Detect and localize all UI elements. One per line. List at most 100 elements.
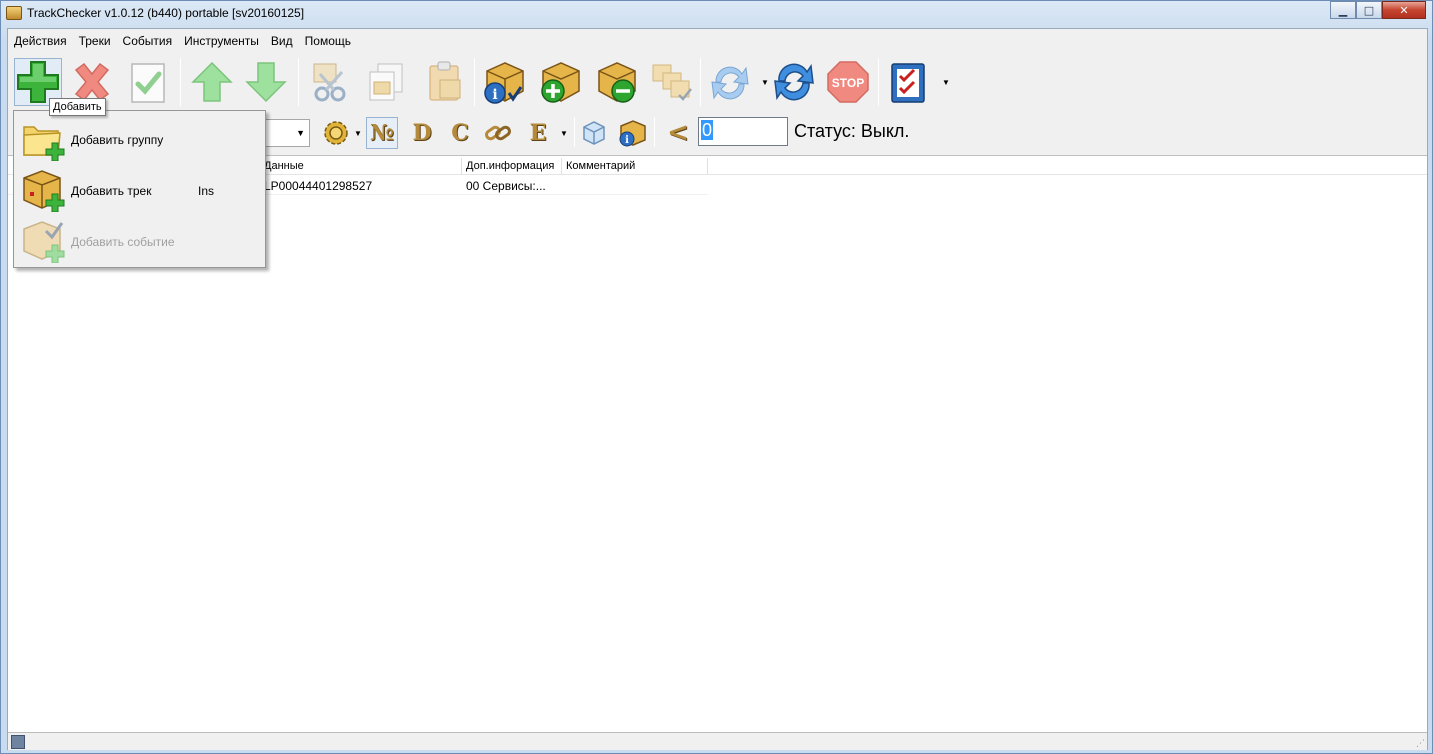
menu-item-label: Добавить трек xyxy=(71,184,152,198)
stop-button[interactable]: STOP xyxy=(824,58,872,106)
maximize-icon: □ xyxy=(1363,3,1375,17)
svg-text:i: i xyxy=(492,87,497,103)
refresh-all-icon xyxy=(774,63,814,101)
package-details-button[interactable]: i xyxy=(616,117,648,149)
settings-dropdown-arrow[interactable]: ▼ xyxy=(354,129,362,138)
menu-actions[interactable]: Действия xyxy=(8,31,73,51)
tracks-check-button[interactable] xyxy=(648,58,696,106)
cut-scissors-icon xyxy=(313,63,346,102)
packages-check-icon xyxy=(652,64,692,101)
toolbar-separator xyxy=(474,58,475,106)
tooltip: Добавить xyxy=(49,98,106,116)
paste-button[interactable] xyxy=(420,58,468,106)
box-button[interactable] xyxy=(578,117,610,149)
cell-data: LP00044401298527 xyxy=(264,179,373,193)
settings-button[interactable] xyxy=(320,117,352,149)
gear-icon xyxy=(324,121,348,145)
check-document-icon xyxy=(131,63,165,103)
status-label: Статус: Выкл. xyxy=(794,121,910,141)
menu-item-label: Добавить событие xyxy=(71,235,175,249)
menu-tracks[interactable]: Треки xyxy=(73,31,117,51)
counter-value: 0 xyxy=(701,120,714,140)
less-than-label: < xyxy=(667,118,689,148)
svg-text:i: i xyxy=(625,135,629,146)
menu-events[interactable]: События xyxy=(117,31,179,51)
menu-item-add-track[interactable]: Добавить трек Ins xyxy=(16,164,264,212)
menu-help[interactable]: Помощь xyxy=(299,31,357,51)
track-info-button[interactable]: i xyxy=(480,58,528,106)
toolbar-separator xyxy=(654,117,655,147)
chain-link-icon xyxy=(485,125,511,141)
folder-add-icon xyxy=(23,126,65,161)
status-bar: ⋰ xyxy=(8,732,1427,750)
close-icon: ✕ xyxy=(1399,3,1409,17)
toolbar-separator xyxy=(298,58,299,106)
close-button[interactable]: ✕ xyxy=(1382,1,1426,19)
package-remove-icon xyxy=(598,62,636,103)
refresh-icon xyxy=(711,66,749,100)
checklist-button[interactable] xyxy=(884,58,932,106)
title-bar[interactable]: TrackChecker v1.0.12 (b440) portable [sv… xyxy=(1,1,1432,27)
package-info-small-icon: i xyxy=(619,120,646,147)
window-controls: ▁ □ ✕ xyxy=(1330,1,1426,19)
days-counter-input[interactable]: 0 xyxy=(698,117,788,146)
arrow-down-icon xyxy=(245,62,287,103)
stop-label: STOP xyxy=(832,76,864,90)
package-info-icon: i xyxy=(484,62,524,104)
filter-c-label: C xyxy=(451,120,469,146)
event-add-icon xyxy=(23,221,65,263)
toolbar-separator xyxy=(700,58,701,106)
confirm-button[interactable] xyxy=(124,58,172,106)
chevron-down-icon: ▼ xyxy=(296,128,305,138)
maximize-button[interactable]: □ xyxy=(1356,1,1382,19)
toolbar-separator xyxy=(574,117,575,147)
move-down-button[interactable] xyxy=(242,58,290,106)
paste-clipboard-icon xyxy=(429,61,461,101)
menu-item-add-group[interactable]: Добавить группу xyxy=(16,113,264,161)
filter-e-dropdown-arrow[interactable]: ▼ xyxy=(560,129,568,138)
resize-grip-icon[interactable]: ⋰ xyxy=(1416,738,1425,749)
package-add-icon xyxy=(23,170,65,212)
menu-tools[interactable]: Инструменты xyxy=(178,31,265,51)
refresh-all-button[interactable] xyxy=(770,58,818,106)
column-header-data[interactable]: Данные xyxy=(260,158,462,175)
package-add-icon xyxy=(541,62,580,103)
filter-number-button[interactable]: № xyxy=(366,117,398,149)
copy-icon xyxy=(369,63,403,101)
checklist-icon xyxy=(891,63,925,103)
window-title: TrackChecker v1.0.12 (b440) portable [sv… xyxy=(27,6,305,20)
track-add-button[interactable] xyxy=(536,58,584,106)
cut-button[interactable] xyxy=(306,58,354,106)
minimize-button[interactable]: ▁ xyxy=(1330,1,1356,19)
box-icon xyxy=(583,121,605,145)
filter-e-button[interactable]: E xyxy=(522,117,554,149)
link-button[interactable] xyxy=(482,117,514,149)
filter-number-label: № xyxy=(370,120,394,146)
cell-extra: 00 Сервисы:... xyxy=(466,179,546,193)
menu-item-shortcut: Ins xyxy=(198,184,215,198)
menu-item-label: Добавить группу xyxy=(71,133,164,147)
refresh-button[interactable] xyxy=(706,58,754,106)
copy-button[interactable] xyxy=(362,58,410,106)
checklist-dropdown-arrow[interactable]: ▼ xyxy=(942,78,950,87)
add-dropdown-menu: Добавить группу Добавить трек Ins Добави… xyxy=(13,110,266,268)
menu-bar: Действия Треки События Инструменты Вид П… xyxy=(8,31,357,53)
filter-e-label: E xyxy=(529,120,547,146)
compare-less-button[interactable]: < xyxy=(662,117,694,149)
move-up-button[interactable] xyxy=(188,58,236,106)
filter-d-label: D xyxy=(412,120,432,146)
toolbar-separator xyxy=(180,58,181,106)
network-icon xyxy=(11,735,25,749)
refresh-dropdown-arrow[interactable]: ▼ xyxy=(761,78,769,87)
menu-view[interactable]: Вид xyxy=(265,31,299,51)
column-header-comment[interactable]: Комментарий xyxy=(562,158,708,175)
toolbar-separator xyxy=(878,58,879,106)
filter-c-button[interactable]: C xyxy=(444,117,476,149)
track-remove-button[interactable] xyxy=(592,58,640,106)
menu-item-add-event[interactable]: Добавить событие xyxy=(16,215,264,263)
stop-icon: STOP xyxy=(827,61,869,103)
arrow-up-icon xyxy=(191,61,233,102)
app-window: TrackChecker v1.0.12 (b440) portable [sv… xyxy=(0,0,1433,754)
filter-d-button[interactable]: D xyxy=(406,117,438,149)
column-header-extra[interactable]: Доп.информация xyxy=(462,158,562,175)
